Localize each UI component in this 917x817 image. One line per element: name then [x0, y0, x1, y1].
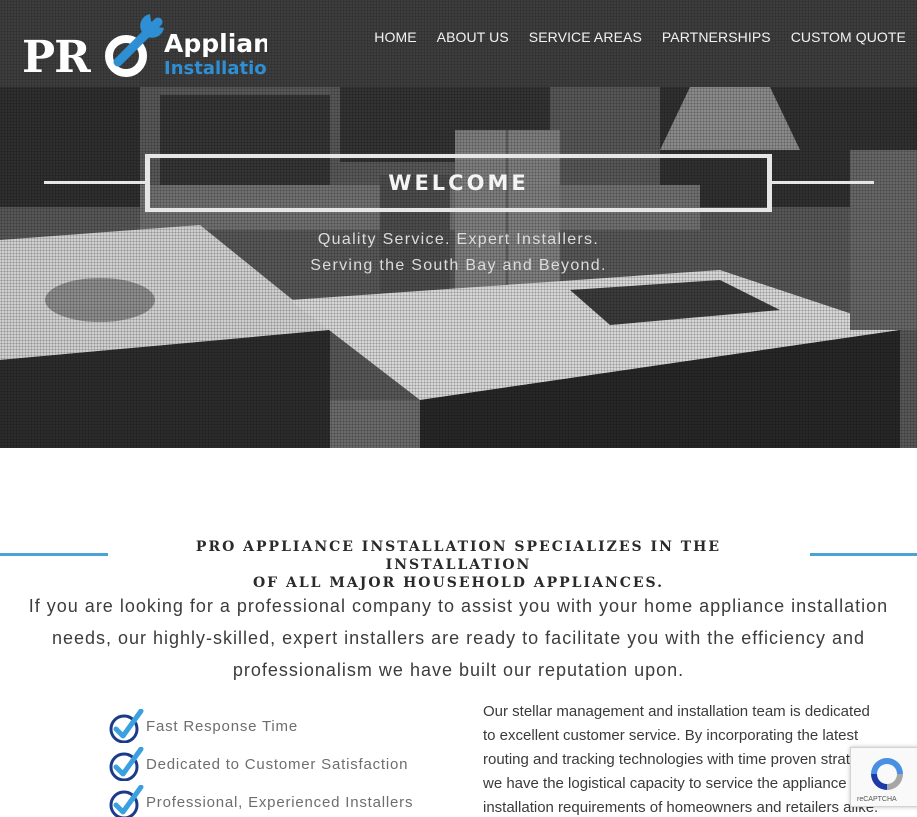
hero-subtagline: Serving the South Bay and Beyond. — [310, 257, 607, 274]
about-paragraph: Our stellar management and installation … — [483, 703, 879, 816]
checklist-item: Professional, Experienced Installers — [108, 783, 448, 817]
section-rule-left — [0, 553, 108, 556]
checklist-item: Dedicated to Customer Satisfaction — [108, 745, 448, 783]
hero-banner: PR Appliance Installation HOME ABOUT US … — [0, 0, 917, 448]
checkmark-icon — [109, 747, 144, 781]
hero-tagline: Quality Service. Expert Installers. — [317, 231, 600, 248]
checkmark-icon — [109, 709, 144, 743]
recaptcha-icon — [871, 758, 903, 790]
pro-appliance-logo[interactable]: PR Appliance Installation — [22, 8, 267, 80]
feature-checklist: Fast Response Time Dedicated to Customer… — [108, 707, 448, 817]
nav-home[interactable]: HOME — [374, 29, 416, 45]
svg-text:Installation: Installation — [164, 58, 267, 79]
checkmark-icon — [109, 785, 144, 817]
intro-paragraph: If you are looking for a professional co… — [28, 596, 889, 680]
svg-text:PR: PR — [22, 32, 91, 80]
nav-service-areas[interactable]: SERVICE AREAS — [529, 29, 642, 45]
svg-text:Appliance: Appliance — [164, 29, 267, 58]
top-navbar: PR Appliance Installation HOME ABOUT US … — [0, 0, 917, 87]
main-nav: HOME ABOUT US SERVICE AREAS PARTNERSHIPS… — [374, 29, 906, 45]
recaptcha-label: reCAPTCHA — [857, 796, 897, 803]
checklist-item: Fast Response Time — [108, 707, 448, 745]
section-rule-right — [810, 553, 917, 556]
section-heading: PRO APPLIANCE INSTALLATION SPECIALIZES I… — [195, 539, 722, 591]
nav-custom-quote[interactable]: CUSTOM QUOTE — [791, 29, 906, 45]
nav-about-us[interactable]: ABOUT US — [437, 29, 509, 45]
hero-title: WELCOME — [388, 171, 529, 195]
recaptcha-badge[interactable]: reCAPTCHA — [850, 747, 917, 807]
nav-partnerships[interactable]: PARTNERSHIPS — [662, 29, 771, 45]
